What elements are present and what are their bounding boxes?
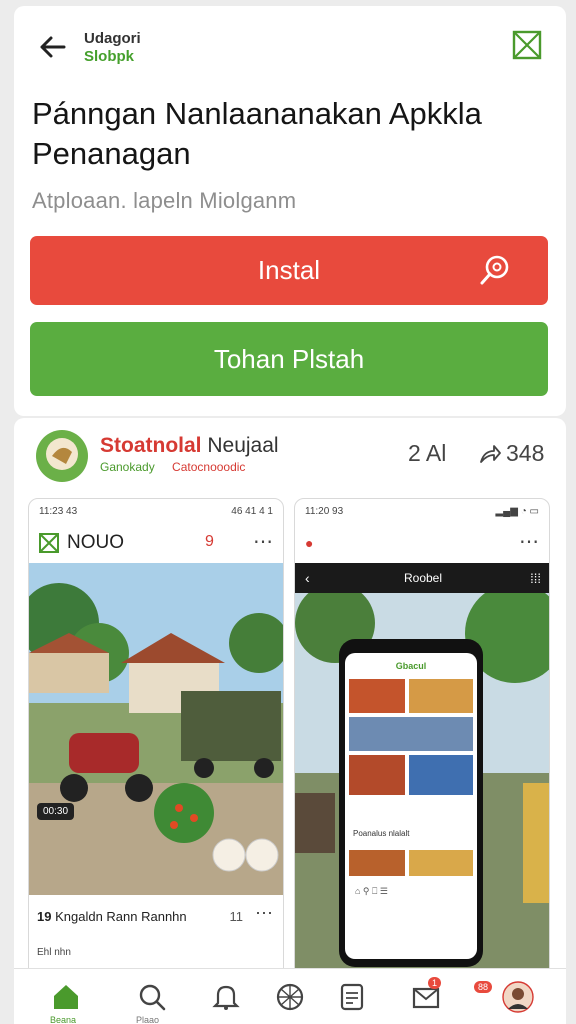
detail-toolbar: ‹ Roobel ⁞⁞⁞ [295, 563, 549, 593]
developer-name[interactable]: Stoatnolal Neujaal [100, 434, 279, 458]
developer-name-part-2: Neujaal [207, 434, 279, 457]
app-header-card: Udagori Slobpk Pánngan Nanlaananakan Apk… [14, 6, 566, 416]
bell-icon[interactable] [210, 981, 242, 1013]
svg-text:⌂ ⚲ ⎕ ☰: ⌂ ⚲ ⎕ ☰ [355, 886, 388, 896]
phone-caption: Poanalus nlalalt [353, 829, 410, 838]
home-label: Beana [50, 1015, 77, 1024]
mail-badge: 1 [428, 977, 442, 989]
secondary-action-button[interactable]: Tohan Plstah [30, 322, 548, 396]
bottom-navigation: Beana Plaao 1 88 [14, 968, 566, 1024]
home-icon[interactable] [50, 981, 82, 1013]
developer-tag-left: Ganokady [100, 460, 155, 474]
post-count: 11 [229, 909, 244, 924]
back-arrow-icon[interactable] [36, 30, 70, 64]
status-time: 11:20 93 [305, 505, 344, 517]
back-icon[interactable]: ‹ [305, 570, 310, 586]
more-icon[interactable]: ⋯ [253, 529, 273, 554]
details-card: Stoatnolal Neujaal Ganokady Catocnooodic… [14, 418, 566, 978]
toolbar-title: Roobel [403, 571, 443, 585]
app-subtitle: Atploaan. lapeln Miolganm [32, 188, 297, 213]
brand-line-2: Slobpk [84, 48, 135, 65]
screenshot-preview-1[interactable]: 11:23 43 46 41 4 1 NOUO 9 ⋯ 00:30 19 Kng… [28, 498, 284, 978]
video-duration-badge: 00:30 [37, 803, 75, 820]
secondary-label: Tohan Plstah [213, 343, 365, 374]
brand-line-1: Udagori [84, 30, 141, 47]
profile-badge: 88 [474, 981, 493, 993]
document-icon[interactable] [336, 981, 368, 1013]
phone-food-gallery [349, 679, 473, 795]
feed-title: NOUO [67, 532, 124, 553]
search-icon[interactable] [136, 981, 168, 1013]
post-more-icon[interactable]: ⋯ [255, 903, 273, 924]
search-icon [480, 255, 509, 285]
village-photo [29, 563, 283, 895]
share-arrow-icon [480, 444, 501, 463]
app-mini-icon: ● [305, 535, 314, 551]
brand-logo[interactable]: Udagori Slobpk [84, 30, 141, 66]
globe-icon[interactable] [274, 981, 306, 1013]
screenshot-preview-2[interactable]: 11:20 93 ▂▄▆ ◔ ▭ ● ⋯ ‹ Roobel ⁞⁞⁞ Gbacul… [294, 498, 550, 978]
developer-subtitle: Ganokady Catocnooodic [100, 460, 245, 474]
developer-tag-right: Catocnooodic [172, 460, 246, 474]
notification-badge: 9 [205, 533, 214, 550]
share-count: 348 [506, 440, 545, 466]
phone-bottom-gallery: ⌂ ⚲ ⎕ ☰ [349, 850, 473, 896]
avatar-icon[interactable] [502, 981, 534, 1013]
rating-stat: 2 Al [408, 440, 447, 466]
developer-logo-icon[interactable] [36, 430, 88, 482]
post-footer: Ehl nhn [37, 947, 71, 958]
app-store-page: Udagori Slobpk Pánngan Nanlaananakan Apk… [0, 0, 576, 1024]
post-title-text: Kngaldn Rann Rannhn [55, 909, 187, 924]
grid-icon[interactable]: ⁞⁞⁞ [530, 571, 541, 586]
post-title[interactable]: 19 Kngaldn Rann Rannhn [37, 909, 187, 924]
share-box-icon[interactable] [510, 28, 544, 62]
signal-wifi-icon: ▂▄▆ ◔ ▭ [495, 505, 539, 517]
feed-header: ● ⋯ [295, 523, 549, 563]
install-label: Instal [257, 255, 321, 285]
app-grid-icon [39, 533, 59, 553]
app-title: Pánngan Nanlaananakan Apkkla Penanagan [32, 96, 482, 171]
phone-screen: Gbacul Poanalus nlalalt ⌂ ⚲ ⎕ ☰ [345, 653, 477, 959]
status-bar: 11:20 93 ▂▄▆ ◔ ▭ [295, 499, 549, 523]
search-label: Plaao [136, 1015, 160, 1024]
status-time: 11:23 43 [39, 505, 78, 517]
feed-header: NOUO 9 ⋯ [29, 523, 283, 563]
install-button[interactable]: Instal [30, 236, 548, 305]
phone-mockup: Gbacul Poanalus nlalalt ⌂ ⚲ ⎕ ☰ [339, 639, 483, 967]
developer-name-part-1: Stoatnolal [100, 434, 202, 457]
status-indicators: 46 41 4 1 [231, 505, 273, 517]
phone-app-title: Gbacul [395, 661, 427, 671]
post-prefix: 19 [37, 909, 52, 924]
share-stat[interactable]: 348 [478, 440, 544, 467]
status-bar: 11:23 43 46 41 4 1 [29, 499, 283, 523]
more-icon[interactable]: ⋯ [519, 529, 539, 554]
